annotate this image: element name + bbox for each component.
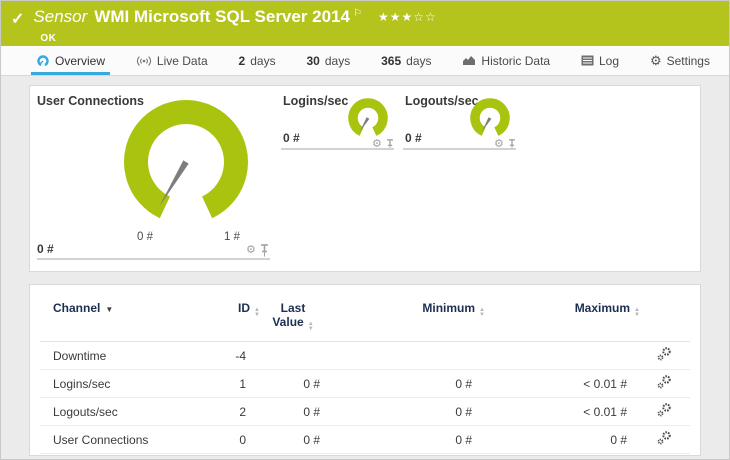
column-header-actions xyxy=(640,285,690,342)
cell-channel: Downtime xyxy=(40,341,210,370)
sort-icon: ▲ ▼ xyxy=(634,307,640,318)
gauges-panel: User Connections 0 # 1 # 0 # ⚙ Logins/se… xyxy=(29,85,701,272)
stars-empty: ☆☆ xyxy=(413,10,437,24)
gear-icon[interactable]: ⚙ xyxy=(246,245,256,256)
cell-last-value: 0 # xyxy=(260,425,330,454)
tab-number: 2 xyxy=(238,53,246,68)
stars-filled: ★★★ xyxy=(377,10,414,24)
channels-panel: Channel ▼ ID ▲ ▼ Last Value ▲ ▼ Minimum ▲ ▼ xyxy=(29,284,701,456)
divider xyxy=(37,258,270,260)
tab-label: days xyxy=(250,53,276,68)
table-row-logins[interactable]: Logins/sec 1 0 # 0 # < 0.01 # xyxy=(40,369,690,398)
broadcast-icon xyxy=(136,55,151,66)
tab-number: 30 xyxy=(306,53,320,68)
gauge-title-logins: Logins/sec xyxy=(283,94,349,108)
logins-value: 0 # xyxy=(283,131,300,145)
tab-historic-data[interactable]: Historic Data xyxy=(457,46,555,75)
cell-id: 2 xyxy=(210,397,260,426)
gear-icon: ⚙ xyxy=(649,53,662,68)
gauge-icon xyxy=(37,55,49,67)
tab-log[interactable]: Log xyxy=(576,46,624,75)
cell-channel: User Connections xyxy=(40,425,210,454)
tab-label: Overview xyxy=(55,53,106,68)
pin-icon[interactable] xyxy=(260,244,269,257)
tab-label: days xyxy=(406,53,432,68)
log-icon xyxy=(581,55,594,66)
table-header-row: Channel ▼ ID ▲ ▼ Last Value ▲ ▼ Minimum ▲ ▼ xyxy=(40,285,690,342)
cell-maximum xyxy=(485,341,640,370)
cell-last-value: 0 # xyxy=(260,397,330,426)
channel-settings-icon[interactable] xyxy=(656,374,672,390)
logins-gauge xyxy=(348,98,388,136)
tab-label: Live Data xyxy=(156,53,208,68)
tab-label: Historic Data xyxy=(481,53,551,68)
title-line: Sensor WMI Microsoft SQL Server 2014 ⚐ ★… xyxy=(33,7,436,30)
cell-minimum: 0 # xyxy=(330,425,485,454)
tab-label: Settings xyxy=(666,53,710,68)
content-area: User Connections 0 # 1 # 0 # ⚙ Logins/se… xyxy=(1,76,729,459)
status-badge: OK xyxy=(40,33,57,44)
sort-desc-icon: ▼ xyxy=(105,305,114,314)
sensor-type-label: Sensor xyxy=(33,7,88,26)
divider xyxy=(281,148,394,150)
title-block: Sensor WMI Microsoft SQL Server 2014 ⚐ ★… xyxy=(33,7,436,44)
channels-table: Channel ▼ ID ▲ ▼ Last Value ▲ ▼ Minimum ▲ ▼ xyxy=(40,285,690,454)
cell-minimum: 0 # xyxy=(330,369,485,398)
cell-id: 0 xyxy=(210,425,260,454)
tab-live-data[interactable]: Live Data xyxy=(131,46,213,75)
tab-overview[interactable]: Overview xyxy=(31,46,111,75)
page-title: WMI Microsoft SQL Server 2014 xyxy=(94,7,350,26)
cell-id: -4 xyxy=(210,341,260,370)
cell-channel: Logins/sec xyxy=(40,369,210,398)
column-header-channel[interactable]: Channel ▼ xyxy=(40,285,210,342)
table-row-downtime[interactable]: Downtime -4 xyxy=(40,341,690,370)
column-header-maximum[interactable]: Maximum ▲ ▼ xyxy=(485,285,640,342)
tab-label: days xyxy=(324,53,351,68)
user-connections-actions: ⚙ xyxy=(246,244,269,257)
cell-maximum: 0 # xyxy=(485,425,640,454)
table-row-user-connections[interactable]: User Connections 0 0 # 0 # 0 # xyxy=(40,425,690,454)
cell-minimum xyxy=(330,341,485,370)
column-header-last-value[interactable]: Last Value ▲ ▼ xyxy=(260,285,330,342)
tab-number: 365 xyxy=(381,53,402,68)
gauge-scale-min: 0 # xyxy=(137,231,153,243)
user-connections-gauge xyxy=(124,100,248,219)
cell-minimum: 0 # xyxy=(330,397,485,426)
sort-icon: ▲ ▼ xyxy=(479,307,485,318)
cell-last-value xyxy=(260,341,330,370)
channel-settings-icon[interactable] xyxy=(656,346,672,362)
cell-channel: Logouts/sec xyxy=(40,397,210,426)
cell-id: 1 xyxy=(210,369,260,398)
channel-settings-icon[interactable] xyxy=(656,430,672,446)
status-check-icon: ✓ xyxy=(11,11,25,28)
tab-365-days[interactable]: 365 days xyxy=(376,46,436,75)
table-row-logouts[interactable]: Logouts/sec 2 0 # 0 # < 0.01 # xyxy=(40,397,690,426)
tab-settings[interactable]: ⚙ Settings xyxy=(645,46,715,75)
user-connections-value: 0 # xyxy=(37,242,54,256)
tab-label: Log xyxy=(599,53,620,68)
logouts-gauge xyxy=(470,98,510,136)
sensor-page: ✓ Sensor WMI Microsoft SQL Server 2014 ⚐… xyxy=(0,0,730,460)
cell-last-value: 0 # xyxy=(260,369,330,398)
flag-icon[interactable]: ⚐ xyxy=(353,4,362,24)
sort-icon: ▲ ▼ xyxy=(307,321,314,332)
column-header-minimum[interactable]: Minimum ▲ ▼ xyxy=(330,285,485,342)
sort-icon: ▲ ▼ xyxy=(254,307,260,318)
area-chart-icon xyxy=(463,56,476,65)
channel-settings-icon[interactable] xyxy=(656,402,672,418)
tab-bar: Overview Live Data 2 days 30 days 365 da… xyxy=(1,46,729,76)
cell-maximum: < 0.01 # xyxy=(485,397,640,426)
divider xyxy=(403,148,516,150)
tab-30-days[interactable]: 30 days xyxy=(301,46,355,75)
priority-stars[interactable]: ★★★☆☆ xyxy=(378,7,437,27)
cell-maximum: < 0.01 # xyxy=(485,369,640,398)
tab-2-days[interactable]: 2 days xyxy=(234,46,281,75)
sensor-header: ✓ Sensor WMI Microsoft SQL Server 2014 ⚐… xyxy=(1,1,729,46)
logouts-value: 0 # xyxy=(405,131,422,145)
column-header-id[interactable]: ID ▲ ▼ xyxy=(210,285,260,342)
gauge-scale-max: 1 # xyxy=(224,231,240,243)
